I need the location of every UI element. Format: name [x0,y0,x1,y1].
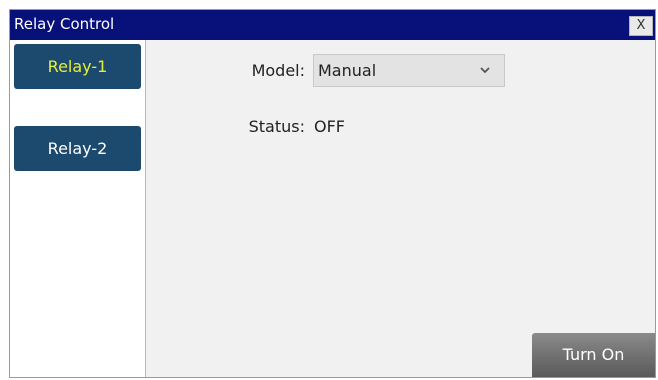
relay-sidebar: Relay-1 Relay-2 [10,40,146,377]
close-button[interactable]: X [629,16,653,36]
model-select-value: Manual [318,61,377,80]
relay-detail-panel: Model: Manual Status: OFF Turn On [146,40,655,377]
relay-control-window: Relay Control X Relay-1 Relay-2 Model: M… [9,9,656,378]
status-label: Status: [248,117,305,136]
chevron-down-icon [480,67,490,74]
status-value: OFF [314,117,345,136]
turn-on-button[interactable]: Turn On [532,333,655,377]
sidebar-item-relay-1[interactable]: Relay-1 [14,44,141,89]
model-label: Model: [251,61,305,80]
title-bar: Relay Control X [10,10,655,40]
window-title: Relay Control [14,15,115,33]
model-select[interactable]: Manual [313,54,505,87]
sidebar-item-relay-2[interactable]: Relay-2 [14,126,141,171]
